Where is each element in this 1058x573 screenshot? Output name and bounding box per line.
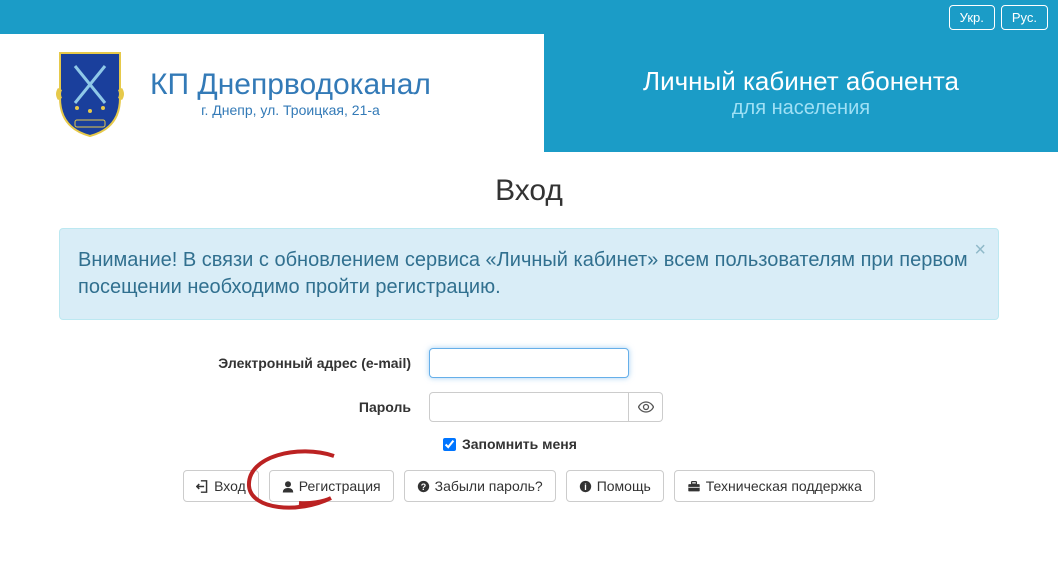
password-field[interactable] <box>429 392 629 422</box>
header-title: Личный кабинет абонента <box>643 66 959 97</box>
forgot-password-button[interactable]: ? Забыли пароль? <box>404 470 556 502</box>
help-button[interactable]: i Помощь <box>566 470 664 502</box>
login-button[interactable]: Вход <box>183 470 259 502</box>
user-icon <box>282 480 294 493</box>
signin-icon <box>196 480 209 493</box>
remember-checkbox[interactable] <box>443 438 456 451</box>
svg-text:?: ? <box>420 481 425 491</box>
login-button-label: Вход <box>214 478 246 494</box>
alert-text: Внимание! В связи с обновлением сервиса … <box>78 249 968 298</box>
brand-text: КП Днепрводоканал г. Днепр, ул. Троицкая… <box>150 68 431 118</box>
remember-label: Запомнить меня <box>462 436 577 452</box>
page-title: Вход <box>59 174 999 208</box>
support-button-label: Техническая поддержка <box>706 478 862 494</box>
header-left: КП Днепрводоканал г. Днепр, ул. Троицкая… <box>0 34 544 152</box>
email-label: Электронный адрес (e-mail) <box>59 355 429 371</box>
city-emblem-icon <box>50 48 130 138</box>
forgot-button-label: Забыли пароль? <box>435 478 543 494</box>
close-icon[interactable]: × <box>974 237 986 264</box>
topbar: Укр. Рус. <box>0 0 1058 34</box>
register-button[interactable]: Регистрация <box>269 470 394 502</box>
toggle-password-button[interactable] <box>629 392 663 422</box>
support-button[interactable]: Техническая поддержка <box>674 470 875 502</box>
help-button-label: Помощь <box>597 478 651 494</box>
header-subtitle: для населения <box>732 97 870 120</box>
brand-address: г. Днепр, ул. Троицкая, 21-а <box>150 102 431 118</box>
login-form: Электронный адрес (e-mail) Пароль Запомн… <box>59 348 999 502</box>
button-row: Вход Регистрация ? Забыли пароль? <box>59 470 999 502</box>
lang-ukr-button[interactable]: Укр. <box>949 5 995 30</box>
password-label: Пароль <box>59 399 429 415</box>
alert-notice: Внимание! В связи с обновлением сервиса … <box>59 228 999 320</box>
remember-row: Запомнить меня <box>59 436 999 452</box>
lang-rus-button[interactable]: Рус. <box>1001 5 1048 30</box>
info-icon: i <box>579 480 592 493</box>
svg-text:i: i <box>584 481 586 491</box>
header-right: Личный кабинет абонента для населения <box>544 34 1058 152</box>
header: КП Днепрводоканал г. Днепр, ул. Троицкая… <box>0 34 1058 152</box>
eye-icon <box>638 399 654 415</box>
register-button-label: Регистрация <box>299 478 381 494</box>
briefcase-icon <box>687 480 701 493</box>
brand-name: КП Днепрводоканал <box>150 68 431 102</box>
question-icon: ? <box>417 480 430 493</box>
email-field[interactable] <box>429 348 629 378</box>
